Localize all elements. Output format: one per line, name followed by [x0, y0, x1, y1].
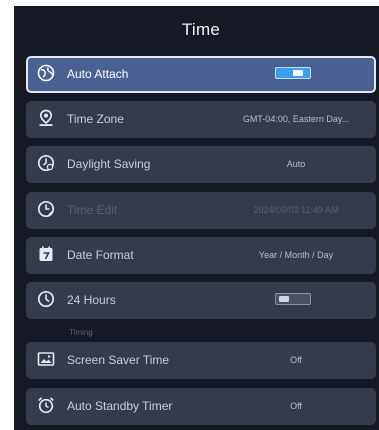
- setting-value: Year / Month / Day: [258, 250, 334, 260]
- setting-label: Time Zone: [67, 112, 124, 126]
- setting-time-edit: Time Edit 2024/09/03 11:49 AM: [26, 192, 376, 229]
- time-settings-panel: Time Auto Attach Time Zone GMT-04:00, Ea…: [14, 6, 379, 430]
- 24-hours-toggle[interactable]: [275, 293, 311, 305]
- section-header-timing: Timing: [69, 328, 93, 337]
- setting-date-format[interactable]: Date Format Year / Month / Day: [26, 237, 376, 274]
- calendar-icon: [39, 246, 53, 261]
- setting-value: Off: [290, 401, 302, 411]
- setting-time-zone[interactable]: Time Zone GMT-04:00, Eastern Day...: [26, 101, 376, 138]
- clock-edit-icon: [37, 200, 55, 218]
- setting-label: Auto Standby Timer: [67, 399, 173, 413]
- setting-value: Auto: [286, 159, 306, 169]
- setting-label: 24 Hours: [67, 293, 116, 307]
- location-pin-icon: [39, 109, 53, 126]
- setting-value: GMT-04:00, Eastern Day...: [242, 114, 350, 124]
- setting-label: Daylight Saving: [67, 157, 151, 171]
- setting-daylight-saving[interactable]: Daylight Saving Auto: [26, 146, 376, 183]
- globe-sync-icon: [37, 64, 55, 82]
- screen-image-icon: [37, 352, 55, 366]
- setting-label: Screen Saver Time: [67, 353, 170, 367]
- setting-label: Auto Attach: [67, 67, 129, 81]
- setting-value: Off: [290, 355, 302, 365]
- page-title: Time: [181, 20, 221, 39]
- setting-label: Date Format: [67, 248, 134, 262]
- clock-sun-icon: [37, 154, 55, 172]
- alarm-clock-icon: [38, 397, 54, 414]
- clock-icon: [37, 290, 55, 308]
- setting-label: Time Edit: [67, 203, 118, 217]
- setting-auto-standby-timer[interactable]: Auto Standby Timer Off: [26, 388, 376, 425]
- setting-24-hours[interactable]: 24 Hours: [26, 282, 376, 319]
- setting-auto-attach[interactable]: Auto Attach: [26, 56, 376, 93]
- setting-value: 2024/09/03 11:49 AM: [253, 205, 339, 215]
- auto-attach-toggle[interactable]: [275, 67, 311, 79]
- setting-screen-saver-time[interactable]: Screen Saver Time Off: [26, 342, 376, 379]
